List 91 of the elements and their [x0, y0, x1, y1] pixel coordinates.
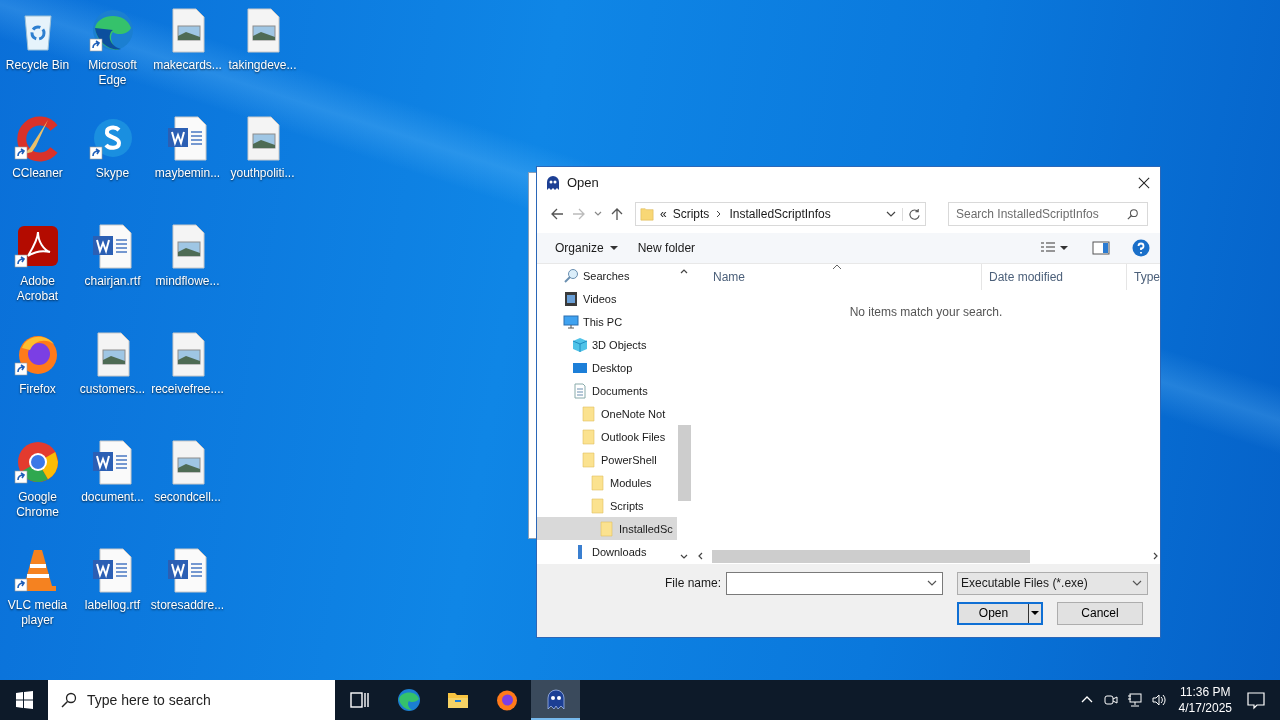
column-header[interactable]: Date modified	[981, 264, 1126, 290]
desktop-icon-label[interactable]: Skype	[75, 166, 150, 181]
desktop-icon-label[interactable]: receivefree....	[150, 382, 225, 397]
taskbar-search-field[interactable]: Type here to search	[48, 680, 335, 720]
folder-icon	[590, 497, 606, 514]
desktop-icon-label[interactable]: secondcell...	[150, 490, 225, 505]
tree-item[interactable]: Outlook Files	[537, 425, 677, 448]
notification-icon[interactable]	[1246, 690, 1266, 710]
cube-icon	[572, 336, 588, 353]
help-icon[interactable]	[1132, 239, 1150, 257]
sort-caret-icon	[832, 264, 842, 270]
tree-item[interactable]: Videos	[537, 287, 677, 310]
path-overflow[interactable]: «	[660, 207, 667, 221]
desktop-icon-label[interactable]: youthpoliti...	[225, 166, 300, 181]
taskbar-clock[interactable]: 11:36 PM 4/17/2025	[1178, 684, 1232, 716]
caret-icon[interactable]	[1060, 244, 1068, 252]
tree-item[interactable]: Scripts	[537, 494, 677, 517]
tree-item[interactable]: InstalledSc	[537, 517, 677, 540]
file-name-field[interactable]	[726, 571, 943, 595]
desktop-icon-label[interactable]: chairjan.rtf	[75, 274, 150, 289]
breadcrumb-item[interactable]: Scripts	[672, 207, 710, 221]
desktop-icon-label[interactable]: takingdeve...	[225, 58, 300, 73]
desktop-icon-label[interactable]: CCleaner	[0, 166, 75, 181]
desktop-icon-label[interactable]: Recycle Bin	[0, 58, 75, 73]
camera-icon[interactable]	[1102, 692, 1119, 708]
caret-icon	[1031, 609, 1039, 617]
desktop-icon-label[interactable]: document...	[75, 490, 150, 505]
refresh-icon[interactable]	[902, 207, 921, 221]
clock-date: 4/17/2025	[1178, 700, 1232, 716]
tree-item[interactable]: OneNote Not	[537, 402, 677, 425]
split-arrow[interactable]	[1028, 603, 1041, 623]
desktop-icon-label[interactable]: Google Chrome	[0, 490, 75, 520]
volume-icon[interactable]	[1150, 692, 1167, 708]
address-bar[interactable]: « Scripts InstalledScriptInfos	[635, 202, 926, 226]
desktop-icon-label[interactable]: Firefox	[0, 382, 75, 397]
column-header[interactable]: Name	[692, 264, 981, 290]
breadcrumb-item[interactable]: InstalledScriptInfos	[729, 207, 831, 221]
chevron-down-icon[interactable]	[886, 209, 896, 219]
tree-item[interactable]: Desktop	[537, 356, 677, 379]
search-icon	[61, 692, 77, 708]
open-button[interactable]: Open	[957, 601, 1043, 625]
fox-browser-icon	[494, 688, 519, 712]
desktop-icon-label[interactable]: Microsoft Edge	[75, 58, 150, 88]
folder-icon	[640, 206, 654, 222]
document-icon	[572, 382, 588, 399]
desktop-icon-label[interactable]: labellog.rtf	[75, 598, 150, 613]
search-field[interactable]: Search InstalledScriptInfos	[948, 202, 1148, 226]
organize-button[interactable]: Organize	[547, 238, 626, 258]
folder-icon	[581, 405, 597, 422]
search-icon	[1127, 208, 1139, 220]
desktop-icon-label[interactable]: VLC media player	[0, 598, 75, 628]
desktop-icon-label[interactable]: storesaddre...	[150, 598, 225, 613]
chevron-down-icon	[927, 578, 937, 588]
up-arrow-icon[interactable]	[609, 206, 625, 222]
scrollbar-thumb[interactable]	[712, 549, 1030, 563]
tree-item[interactable]: PowerShell	[537, 448, 677, 471]
monitor-icon	[563, 313, 579, 330]
network-icon[interactable]	[1126, 692, 1143, 708]
ghost-icon	[545, 174, 561, 191]
scrollbar-thumb[interactable]	[678, 425, 691, 501]
folder-icon	[599, 520, 615, 537]
desktop-icon-label[interactable]: Adobe Acrobat	[0, 274, 75, 304]
column-header[interactable]: Type	[1126, 264, 1160, 290]
desktop-icon-label[interactable]: makecards...	[150, 58, 225, 73]
new-folder-button[interactable]: New folder	[629, 238, 704, 258]
browser-icon	[396, 688, 421, 712]
desktop-icon-label[interactable]: customers...	[75, 382, 150, 397]
back-arrow-icon[interactable]	[549, 206, 565, 222]
film-icon	[563, 290, 579, 307]
file-type-dropdown[interactable]: Executable Files (*.exe)	[957, 571, 1148, 595]
tree-item[interactable]: Modules	[537, 471, 677, 494]
cancel-button[interactable]: Cancel	[1057, 601, 1143, 625]
tree-item[interactable]: Downloads	[537, 540, 677, 563]
search-icon	[563, 267, 579, 284]
file-name-label: File name:	[663, 576, 722, 590]
folder-icon	[581, 451, 597, 468]
preview-pane-icon[interactable]	[1092, 241, 1110, 255]
tree-item[interactable]: This PC	[537, 310, 677, 333]
tree-item[interactable]: Searches	[537, 264, 677, 287]
caret-icon	[609, 244, 618, 252]
close-icon[interactable]	[1138, 176, 1150, 189]
tree-item[interactable]: 3D Objects	[537, 333, 677, 356]
chevron-down-icon	[1132, 578, 1142, 588]
window-title: Open	[567, 175, 599, 190]
desktop-icon-label[interactable]: mindflowe...	[150, 274, 225, 289]
desktop-icon-label[interactable]: maybemin...	[150, 166, 225, 181]
tree-item[interactable]: Documents	[537, 379, 677, 402]
clock-time: 11:36 PM	[1180, 684, 1231, 700]
folder-icon	[590, 474, 606, 491]
empty-message: No items match your search.	[849, 305, 1003, 321]
folder-icon	[581, 428, 597, 445]
